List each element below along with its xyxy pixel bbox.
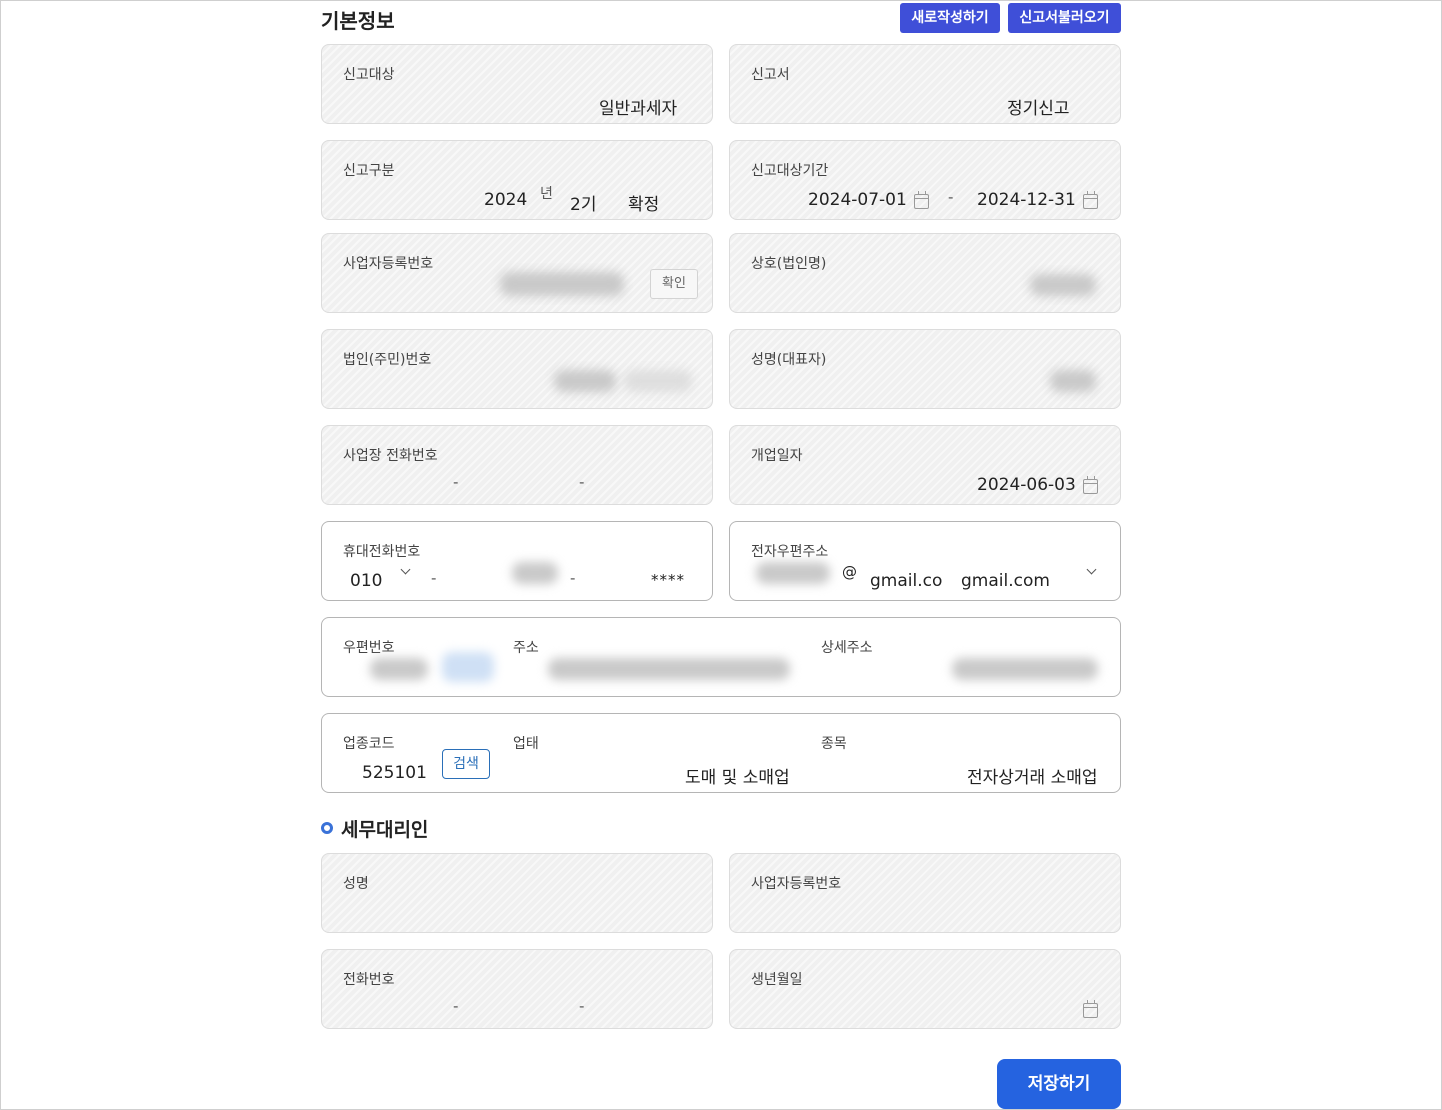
address-value-redacted[interactable] [548, 658, 790, 680]
report-type-field[interactable]: 신고서 정기신고 [729, 44, 1121, 124]
address-label: 주소 [513, 640, 539, 656]
corp-id-no-field[interactable]: 법인(주민)번호 [321, 329, 713, 409]
business-item-label: 종목 [821, 736, 847, 752]
page-frame [0, 0, 1442, 1110]
email-domain-input[interactable]: gmail.co [870, 571, 942, 591]
agent-reg-no-field[interactable]: 사업자등록번호 [729, 853, 1121, 933]
circle-marker-icon [321, 822, 333, 834]
open-date-value[interactable]: 2024-06-03 [977, 475, 1076, 495]
business-phone-field[interactable]: 사업장 전화번호 - - [321, 425, 713, 505]
open-date-label: 개업일자 [751, 448, 803, 464]
mobile-field: 휴대전화번호 010 - - **** [321, 521, 713, 601]
agent-phone-label: 전화번호 [343, 972, 395, 988]
representative-value-redacted [1050, 370, 1096, 392]
report-target-value: 일반과세자 [599, 99, 678, 119]
agent-birth-label: 생년월일 [751, 972, 803, 988]
report-type-label: 신고서 [751, 67, 790, 83]
agent-name-field[interactable]: 성명 [321, 853, 713, 933]
representative-field[interactable]: 성명(대표자) [729, 329, 1121, 409]
corp-id-no-part1-redacted [554, 370, 616, 392]
report-year-select[interactable]: 2024 [484, 190, 527, 210]
report-target-label: 신고대상 [343, 67, 395, 83]
report-category-label: 신고구분 [343, 163, 395, 179]
address-field: 우편번호 주소 상세주소 [321, 617, 1121, 697]
new-report-button[interactable]: 새로작성하기 [900, 3, 1000, 33]
report-status-select[interactable]: 확정 [628, 190, 659, 215]
detail-address-redacted[interactable] [952, 658, 1098, 680]
business-type-label: 업태 [513, 736, 539, 752]
report-period-field: 신고대상기간 2024-07-01 - 2024-12-31 [729, 140, 1121, 220]
email-domain-select[interactable]: gmail.com [961, 571, 1050, 591]
zip-label: 우편번호 [343, 640, 395, 656]
agent-reg-no-label: 사업자등록번호 [751, 876, 842, 892]
report-type-value: 정기신고 [1007, 99, 1070, 119]
confirm-button[interactable]: 확인 [650, 269, 698, 299]
report-target-field[interactable]: 신고대상 일반과세자 [321, 44, 713, 124]
business-reg-no-field: 사업자등록번호 확인 [321, 233, 713, 313]
zip-search-button-redacted[interactable] [442, 652, 494, 682]
company-name-label: 상호(법인명) [751, 256, 827, 272]
phone-separator: - [453, 473, 459, 491]
zip-value-redacted[interactable] [370, 658, 428, 680]
section-title-agent: 세무대리인 [341, 819, 429, 841]
business-item-value: 전자상거래 소매업 [967, 768, 1098, 788]
representative-label: 성명(대표자) [751, 352, 827, 368]
period-start-date[interactable]: 2024-07-01 [808, 190, 907, 210]
period-separator: - [948, 188, 954, 206]
period-end-date[interactable]: 2024-12-31 [977, 190, 1076, 210]
mobile-prefix-select[interactable]: 010 [350, 571, 382, 591]
phone-separator: - [579, 473, 585, 491]
business-type-value: 도매 및 소매업 [685, 768, 790, 788]
company-name-value-redacted [1030, 274, 1096, 296]
corp-id-no-label: 법인(주민)번호 [343, 352, 432, 368]
email-at-sign: @ [842, 563, 857, 581]
mobile-last-input[interactable]: **** [651, 571, 685, 589]
mobile-separator: - [431, 569, 437, 587]
mobile-separator: - [570, 569, 576, 587]
year-unit-text: 년 [540, 186, 553, 202]
phone-separator: - [453, 997, 459, 1015]
section-title-basic: 기본정보 [321, 9, 395, 33]
business-reg-no-label: 사업자등록번호 [343, 256, 434, 272]
company-name-field[interactable]: 상호(법인명) [729, 233, 1121, 313]
email-id-redacted[interactable] [756, 562, 830, 584]
business-reg-no-value-redacted [500, 272, 624, 296]
calendar-icon[interactable] [1083, 191, 1098, 209]
chevron-down-icon[interactable] [400, 564, 411, 575]
calendar-icon[interactable] [1083, 476, 1098, 494]
industry-field: 업종코드 525101 검색 업태 도매 및 소매업 종목 전자상거래 소매업 [321, 713, 1121, 793]
industry-code-value[interactable]: 525101 [362, 763, 427, 783]
load-report-button[interactable]: 신고서불러오기 [1008, 3, 1121, 33]
detail-address-label: 상세주소 [821, 640, 873, 656]
corp-id-no-part2-redacted [624, 370, 692, 392]
save-button[interactable]: 저장하기 [997, 1059, 1121, 1109]
mobile-label: 휴대전화번호 [343, 544, 421, 560]
phone-separator: - [579, 997, 585, 1015]
calendar-icon[interactable] [1083, 1000, 1098, 1018]
calendar-icon[interactable] [914, 191, 929, 209]
report-period-label: 신고대상기간 [751, 163, 829, 179]
mobile-middle-redacted[interactable] [512, 562, 558, 584]
industry-search-button[interactable]: 검색 [442, 749, 490, 779]
agent-phone-field[interactable]: 전화번호 - - [321, 949, 713, 1029]
industry-code-label: 업종코드 [343, 736, 395, 752]
report-period-select[interactable]: 2기 [570, 190, 596, 215]
chevron-down-icon[interactable] [1086, 564, 1097, 575]
open-date-field[interactable]: 개업일자 2024-06-03 [729, 425, 1121, 505]
email-label: 전자우편주소 [751, 544, 829, 560]
agent-name-label: 성명 [343, 876, 369, 892]
business-phone-label: 사업장 전화번호 [343, 448, 438, 464]
report-category-field: 신고구분 2024 년 2기 확정 [321, 140, 713, 220]
agent-birth-field[interactable]: 생년월일 [729, 949, 1121, 1029]
email-field: 전자우편주소 @ gmail.co gmail.com [729, 521, 1121, 601]
